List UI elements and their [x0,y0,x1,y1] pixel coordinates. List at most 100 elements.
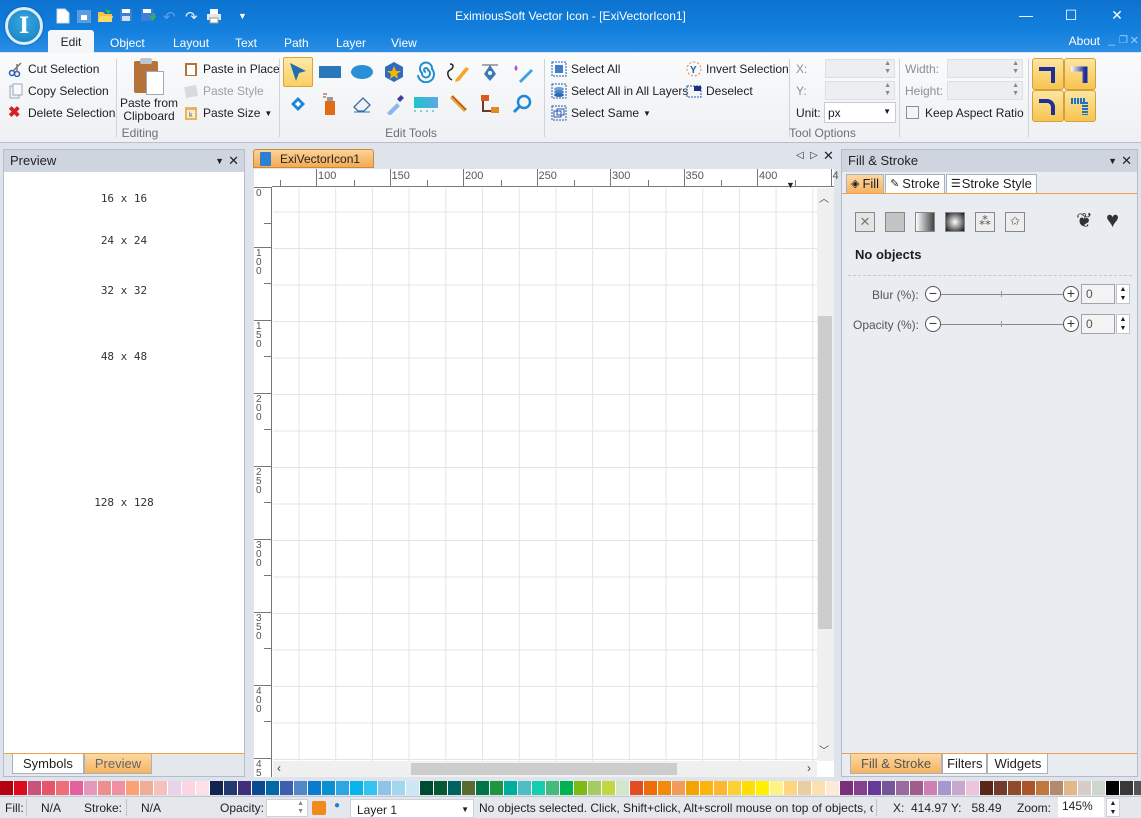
cut-selection-button[interactable]: Cut Selection [8,61,99,78]
palette-swatch[interactable] [462,781,476,795]
paste-in-place-button[interactable]: Paste in Place [183,61,280,77]
palette-swatch[interactable] [350,781,364,795]
deselect-button[interactable]: Deselect [686,83,753,99]
palette-swatch[interactable] [840,781,854,795]
layer-select[interactable]: Layer 1 ▼ [350,799,474,818]
palette-swatch[interactable] [0,781,14,795]
opacity-decrease-icon[interactable]: − [925,316,941,332]
width-input[interactable]: ▲ ▼ [947,59,1023,78]
palette-swatch[interactable] [714,781,728,795]
lock-layer-icon[interactable] [312,801,326,815]
palette-swatch[interactable] [798,781,812,795]
palette-swatch[interactable] [196,781,210,795]
palette-swatch[interactable] [336,781,350,795]
radial-gradient-icon[interactable] [945,212,965,232]
palette-swatch[interactable] [630,781,644,795]
height-spinner-icon[interactable]: ▲ ▼ [1012,82,1019,98]
palette-swatch[interactable] [84,781,98,795]
horizontal-ruler[interactable]: 100 150 200 250 300 350 400 4 ▼ [272,169,839,190]
close-button[interactable]: ✕ [1105,4,1129,26]
palette-swatch[interactable] [28,781,42,795]
palette-swatch[interactable] [770,781,784,795]
palette-swatch[interactable] [378,781,392,795]
toggle-layer-visibility-icon[interactable]: ● [334,800,340,811]
star-polygon-tool-icon[interactable] [379,57,409,87]
palette-swatch[interactable] [1120,781,1134,795]
tab-object[interactable]: Object [96,33,159,53]
palette-swatch[interactable] [42,781,56,795]
panel-menu-dropdown-icon[interactable]: ▼ [215,150,224,172]
palette-swatch[interactable] [504,781,518,795]
ellipse-tool-icon[interactable] [347,57,377,87]
pencil-tool-icon[interactable] [443,57,473,87]
palette-swatch[interactable] [658,781,672,795]
scroll-up-icon[interactable]: ︿ [819,190,829,205]
palette-swatch[interactable] [406,781,420,795]
palette-swatch[interactable] [392,781,406,795]
palette-swatch[interactable] [854,781,868,795]
palette-swatch[interactable] [448,781,462,795]
maximize-button[interactable]: ☐ [1059,4,1083,26]
pen-bezier-tool-icon[interactable] [475,57,505,87]
palette-swatch[interactable] [140,781,154,795]
palette-swatch[interactable] [56,781,70,795]
palette-swatch[interactable] [518,781,532,795]
ribbon-restore-icon[interactable]: ❐ [1119,35,1128,46]
scroll-down-icon[interactable]: ﹀ [819,742,829,757]
zoom-input[interactable]: 145% [1058,797,1104,817]
palette-swatch[interactable] [938,781,952,795]
palette-swatch[interactable] [574,781,588,795]
palette-swatch[interactable] [1134,781,1141,795]
drawing-canvas[interactable] [273,188,817,761]
keep-aspect-ratio-checkbox[interactable] [906,106,919,119]
palette-swatch[interactable] [154,781,168,795]
opacity-status-input[interactable]: ▲ ▼ [266,799,308,817]
palette-swatch[interactable] [644,781,658,795]
palette-swatch[interactable] [224,781,238,795]
palette-swatch[interactable] [294,781,308,795]
palette-swatch[interactable] [602,781,616,795]
palette-swatch[interactable] [252,781,266,795]
palette-swatch[interactable] [1022,781,1036,795]
palette-swatch[interactable] [1078,781,1092,795]
scroll-left-icon[interactable]: ‹ [277,761,281,775]
palette-swatch[interactable] [924,781,938,795]
palette-swatch[interactable] [238,781,252,795]
palette-swatch[interactable] [420,781,434,795]
measure-tool-icon[interactable] [443,89,473,119]
palette-swatch[interactable] [182,781,196,795]
calligraphy-tool-icon[interactable] [507,57,537,87]
tab-stroke-style[interactable]: ☰ Stroke Style [945,174,1037,193]
palette-swatch[interactable] [70,781,84,795]
palette-swatch[interactable] [1036,781,1050,795]
panel-close-icon[interactable]: ✕ [228,150,239,172]
palette-swatch[interactable] [210,781,224,795]
unit-select[interactable]: px ▼ [824,102,896,123]
vertical-scrollbar[interactable]: ︿ ﹀ [817,188,834,761]
pattern-icon[interactable]: ⁂ [975,212,995,232]
horizontal-scroll-thumb[interactable] [411,763,677,775]
palette-swatch[interactable] [994,781,1008,795]
palette-swatch[interactable] [672,781,686,795]
blur-input[interactable]: 0 [1081,284,1115,304]
gradient-tool-icon[interactable] [411,89,441,119]
palette-swatch[interactable] [546,781,560,795]
tab-widgets[interactable]: Widgets [987,754,1049,774]
palette-swatch[interactable] [910,781,924,795]
palette-swatch[interactable] [784,781,798,795]
paste-from-clipboard-button[interactable]: Paste from Clipboard [119,57,179,123]
linear-gradient-icon[interactable] [915,212,935,232]
vertical-ruler[interactable]: 0 100 150 200 250 300 350 400 45 [254,187,272,795]
about-link[interactable]: About [1069,34,1100,48]
palette-swatch[interactable] [756,781,770,795]
corner-pattern-button[interactable] [1064,90,1096,122]
palette-swatch[interactable] [308,781,322,795]
blur-increase-icon[interactable]: + [1063,286,1079,302]
palette-swatch[interactable] [1106,781,1120,795]
width-spinner-icon[interactable]: ▲ ▼ [1012,60,1019,76]
tab-text[interactable]: Text [221,33,271,53]
palette-swatch[interactable] [616,781,630,795]
palette-swatch[interactable] [1008,781,1022,795]
swatch-icon[interactable]: ✩ [1005,212,1025,232]
opacity-slider[interactable]: − + [925,316,1079,332]
